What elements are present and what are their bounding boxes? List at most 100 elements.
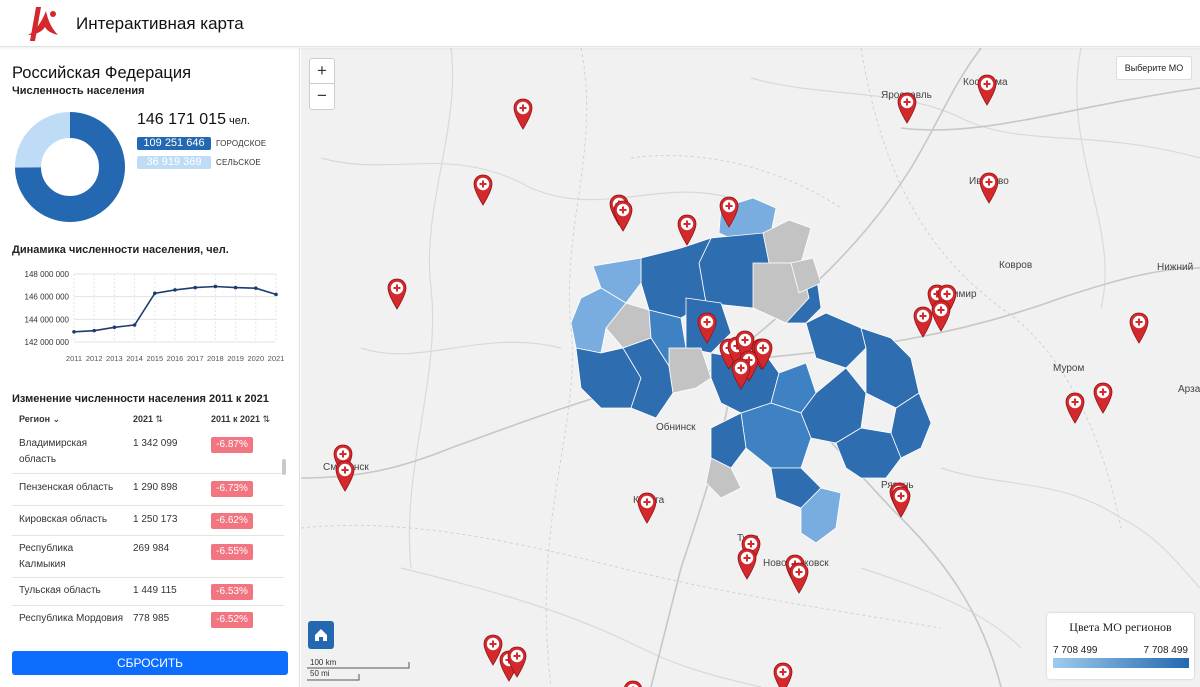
population-unit: чел. xyxy=(228,115,250,127)
y-tick-label: 146 000 000 xyxy=(25,293,70,302)
home-icon xyxy=(315,629,327,641)
table-header: Регион ⌄ 2021 ⇅ 2011 к 2021 ⇅ xyxy=(12,411,284,427)
map-pin-icon xyxy=(387,278,407,310)
data-point xyxy=(173,288,177,292)
facility-marker[interactable] xyxy=(677,214,697,246)
row-change-badge: -6.62% xyxy=(211,513,253,529)
facility-marker[interactable] xyxy=(1093,382,1113,414)
facility-marker[interactable] xyxy=(387,278,407,310)
map-pin-icon xyxy=(731,358,751,390)
rural-population-value: 36 919 369 xyxy=(137,156,211,169)
table-row[interactable]: Пензенская область 1 290 898 -6.73% xyxy=(12,474,284,506)
facility-marker[interactable] xyxy=(737,548,757,580)
x-tick-label: 2019 xyxy=(227,354,244,363)
change-title: Изменение численности населения 2011 к 2… xyxy=(12,393,269,405)
facility-marker[interactable] xyxy=(335,460,355,492)
facility-marker[interactable] xyxy=(731,358,751,390)
map-pin-icon xyxy=(1093,382,1113,414)
map-pin-icon xyxy=(773,662,793,687)
city-label: Обнинск xyxy=(656,422,696,433)
row-change-badge: -6.87% xyxy=(211,437,253,453)
table-row[interactable]: Тульская область 1 449 115 -6.53% xyxy=(12,578,284,606)
map-pin-icon xyxy=(513,98,533,130)
facility-marker[interactable] xyxy=(1129,312,1149,344)
facility-marker[interactable] xyxy=(931,300,951,332)
col-region-header[interactable]: Регион ⌄ xyxy=(19,414,60,425)
x-tick-label: 2016 xyxy=(167,354,184,363)
mo-area[interactable] xyxy=(668,347,712,394)
col-2021-header[interactable]: 2021 ⇅ xyxy=(133,414,163,425)
facility-marker[interactable] xyxy=(979,172,999,204)
table-row[interactable]: Владимирская область 1 342 099 -6.87% xyxy=(12,430,284,474)
zoom-out-button[interactable]: − xyxy=(310,84,334,109)
map-pin-icon xyxy=(677,214,697,246)
facility-marker[interactable] xyxy=(789,562,809,594)
facility-marker[interactable] xyxy=(637,492,657,524)
facility-marker[interactable] xyxy=(891,486,911,518)
reset-button[interactable]: СБРОСИТЬ xyxy=(12,651,288,675)
facility-marker[interactable] xyxy=(913,306,933,338)
table-row[interactable]: Республика Калмыкия 269 984 -6.55% xyxy=(12,536,284,578)
sort-icon: ⇅ xyxy=(262,414,271,424)
app-header: Интерактивная карта xyxy=(0,0,1200,47)
col-region-label: Регион xyxy=(19,414,50,424)
mo-area[interactable] xyxy=(740,402,812,469)
change-table-body: Владимирская область 1 342 099 -6.87% Пе… xyxy=(12,430,284,630)
row-change-badge: -6.55% xyxy=(211,544,253,560)
facility-marker[interactable] xyxy=(513,98,533,130)
y-tick-label: 144 000 000 xyxy=(25,315,70,324)
facility-marker[interactable] xyxy=(897,92,917,124)
table-row[interactable]: Республика Мордовия 778 985 -6.52% xyxy=(12,606,284,630)
facility-marker[interactable] xyxy=(773,662,793,687)
home-button[interactable] xyxy=(308,621,334,649)
facility-marker[interactable] xyxy=(719,196,739,228)
select-mo-button[interactable]: Выберите МО xyxy=(1116,56,1192,80)
col-change-header[interactable]: 2011 к 2021 ⇅ xyxy=(211,414,270,425)
zoom-control: + − xyxy=(309,58,335,110)
row-change-badge: -6.52% xyxy=(211,612,253,628)
data-point xyxy=(112,325,117,330)
legend-max: 7 708 499 xyxy=(1143,645,1189,656)
city-label: Нижний xyxy=(1157,262,1194,273)
mo-area[interactable] xyxy=(860,327,920,409)
region-title: Российская Федерация xyxy=(12,64,192,82)
facility-marker[interactable] xyxy=(623,680,643,687)
data-point xyxy=(213,284,218,289)
mo-area[interactable] xyxy=(805,312,867,369)
facility-marker[interactable] xyxy=(507,646,527,678)
map-pin-icon xyxy=(891,486,911,518)
col-change-label: 2011 к 2021 xyxy=(211,414,261,424)
data-point xyxy=(193,285,197,290)
row-value: 1 290 898 xyxy=(133,482,178,493)
facility-marker[interactable] xyxy=(473,174,493,206)
zoom-in-button[interactable]: + xyxy=(310,59,334,84)
dynamics-title: Динамика численности населения, чел. xyxy=(12,244,229,256)
facility-marker[interactable] xyxy=(613,200,633,232)
mo-area[interactable] xyxy=(710,412,747,469)
population-line xyxy=(73,285,277,333)
row-value: 1 250 173 xyxy=(133,514,178,525)
table-scrollbar[interactable] xyxy=(282,459,286,475)
map-pin-icon xyxy=(1129,312,1149,344)
mo-area[interactable] xyxy=(705,457,742,499)
row-region: Владимирская область xyxy=(19,438,88,465)
row-value: 778 985 xyxy=(133,613,170,624)
legend-gradient xyxy=(1053,658,1189,668)
urban-label: ГОРОДСКОЕ xyxy=(216,139,267,148)
table-row[interactable]: Кировская область 1 250 173 -6.62% xyxy=(12,506,284,536)
facility-marker[interactable] xyxy=(697,312,717,344)
data-point xyxy=(254,286,258,290)
facility-marker[interactable] xyxy=(977,74,997,106)
facility-marker[interactable] xyxy=(753,338,773,370)
map-view[interactable]: Ярославль Кострома Иваново Ковров Нижний… xyxy=(301,48,1200,687)
row-region: Республика Калмыкия xyxy=(19,543,74,570)
facility-marker[interactable] xyxy=(1065,392,1085,424)
population-dynamics-chart: 148 000 000 146 000 000 144 000 000 142 000… xyxy=(25,270,285,363)
scale-mi-label: 50 mi xyxy=(310,669,330,678)
x-tick-label: 2020 xyxy=(247,354,264,363)
total-population-value: 146 171 015 xyxy=(137,111,226,128)
sort-down-icon: ⌄ xyxy=(52,414,61,424)
x-tick-label: 2015 xyxy=(146,354,163,363)
data-point xyxy=(153,291,157,296)
x-tick-label: 2018 xyxy=(207,354,224,363)
